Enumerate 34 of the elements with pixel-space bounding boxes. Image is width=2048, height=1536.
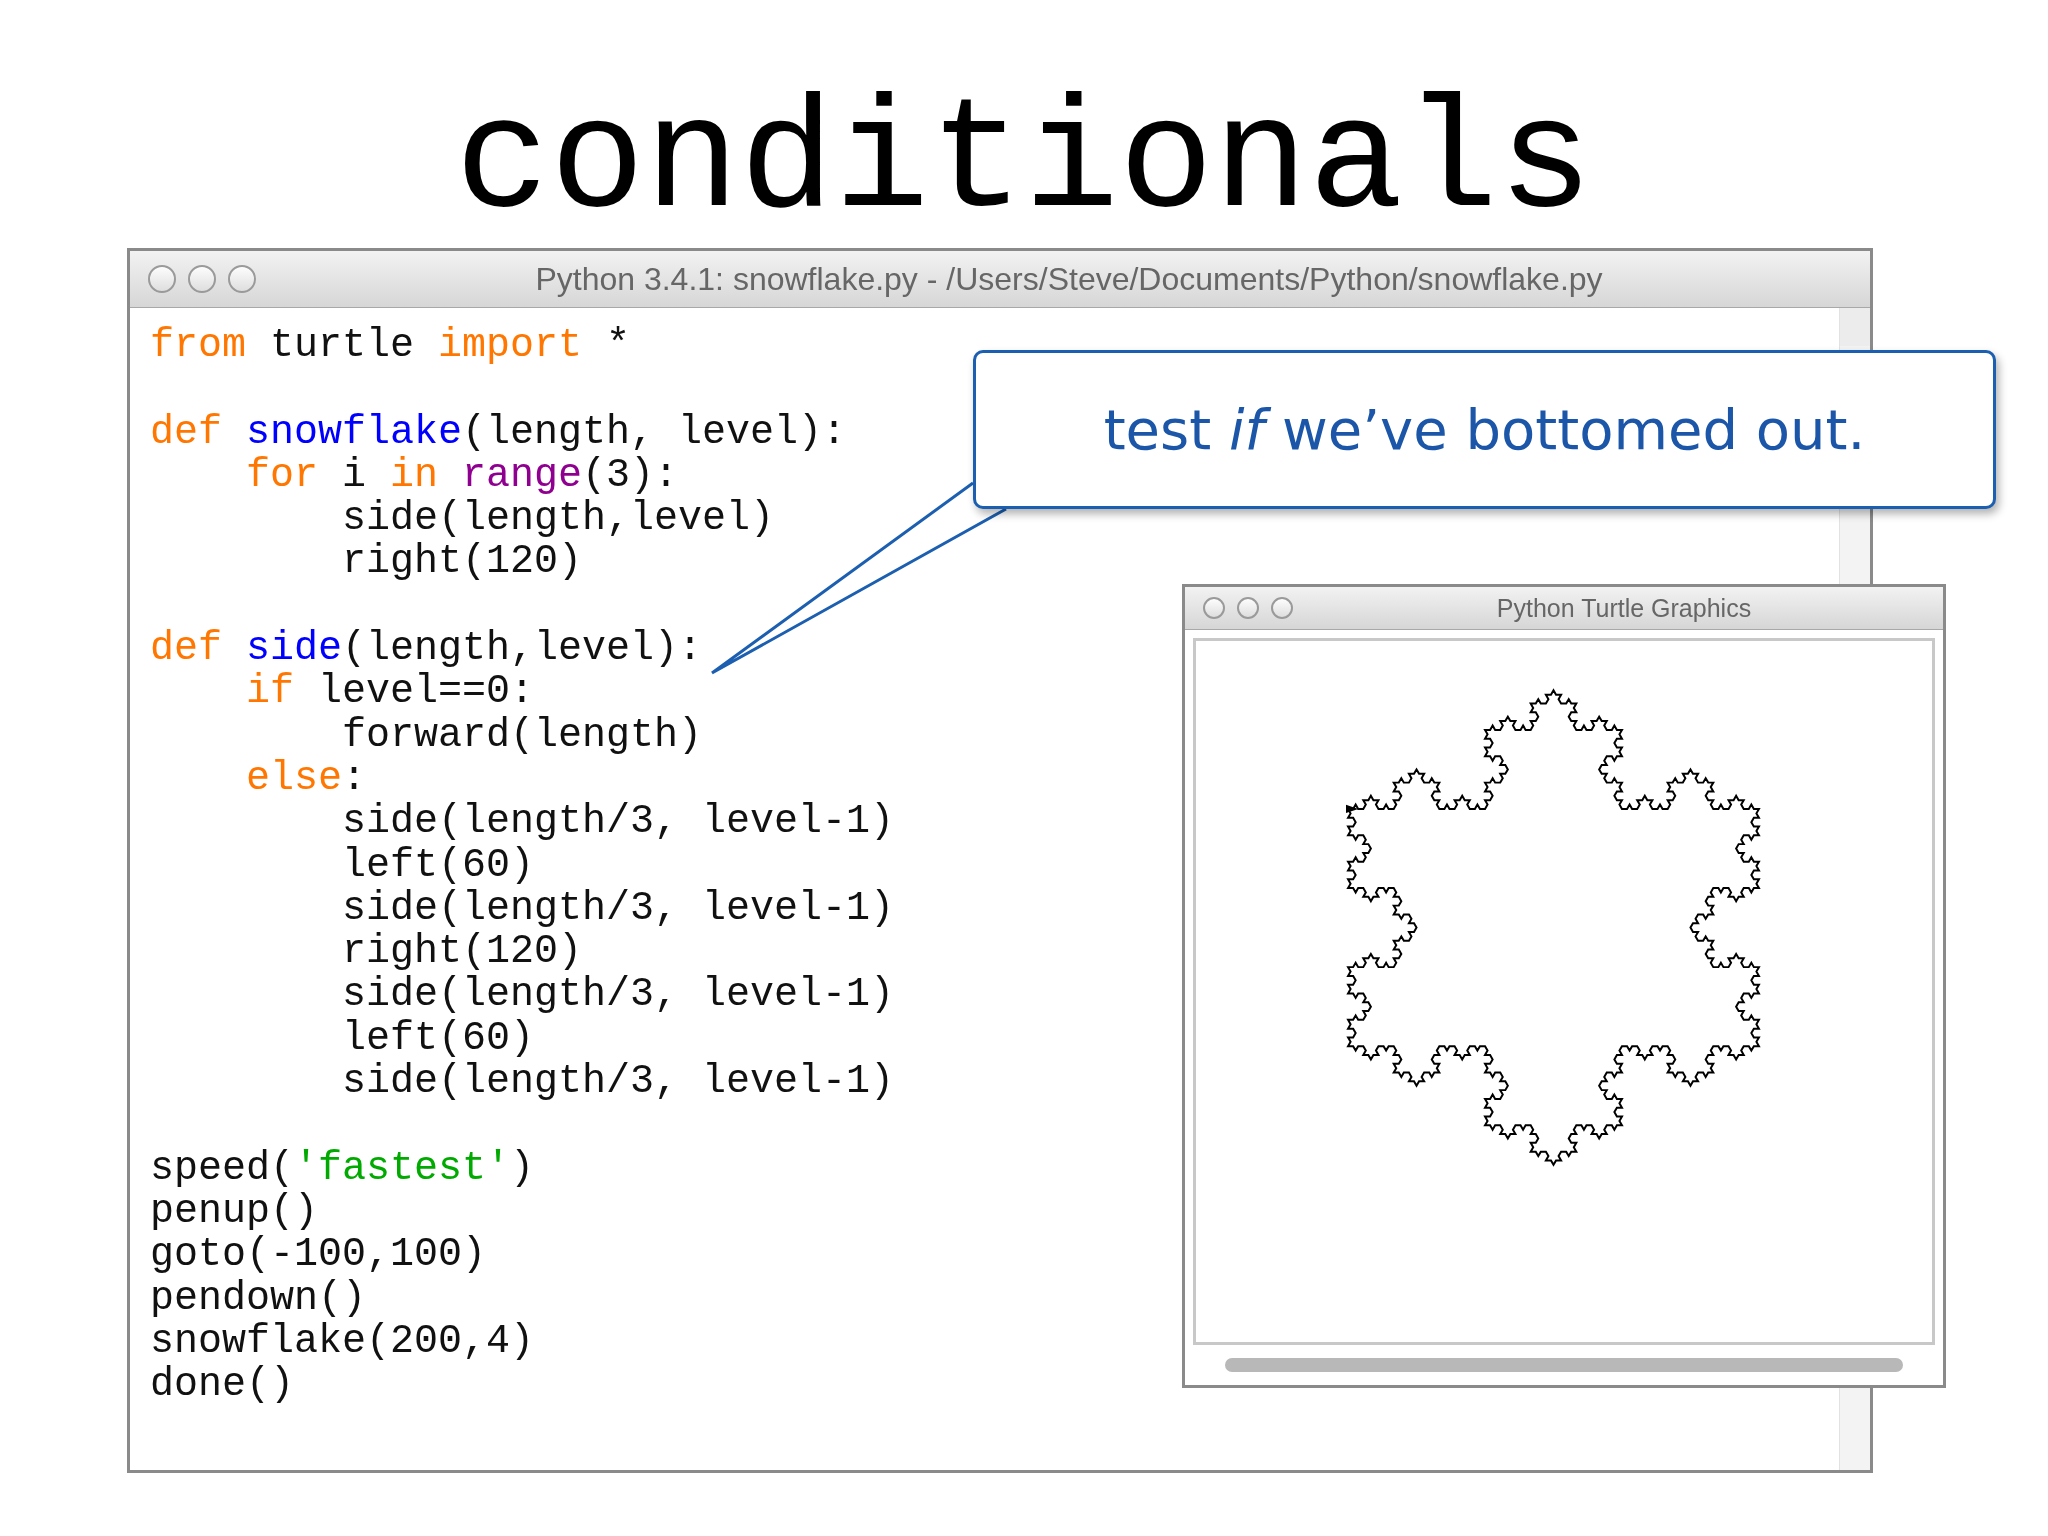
code-line: for i in range(3): xyxy=(245,453,679,498)
scrollbar[interactable] xyxy=(1840,308,1870,346)
minimize-button[interactable] xyxy=(1237,597,1259,619)
code-line: side(length/3, level-1) xyxy=(341,800,895,844)
code-line: left(60) xyxy=(341,843,535,887)
code-line: side(length,level) xyxy=(341,497,775,541)
code-line: else: xyxy=(245,756,367,801)
code-line: right(120) xyxy=(341,930,583,974)
zoom-button[interactable] xyxy=(228,265,256,293)
code-line: side(length/3, level-1) xyxy=(341,1060,895,1104)
close-button[interactable] xyxy=(1203,597,1225,619)
code-line: speed('fastest') xyxy=(150,1146,535,1190)
code-line: goto(-100,100) xyxy=(150,1233,487,1277)
close-button[interactable] xyxy=(148,265,176,293)
minimize-button[interactable] xyxy=(188,265,216,293)
code-line: side(length/3, level-1) xyxy=(341,973,895,1017)
scrollbar[interactable] xyxy=(1225,1358,1903,1372)
code-line: forward(length) xyxy=(341,713,703,757)
window-title: Python 3.4.1: snowflake.py - /Users/Steve/Documents/Python/snowflake.py xyxy=(534,260,1604,298)
zoom-button[interactable] xyxy=(1271,597,1293,619)
code-line: right(120) xyxy=(341,540,583,584)
code-line: penup() xyxy=(150,1189,319,1234)
code-line: left(60) xyxy=(341,1016,535,1061)
code-line: if level==0: xyxy=(245,670,535,714)
code-line: snowflake(200,4) xyxy=(150,1319,535,1364)
code-line: side(length/3, level-1) xyxy=(341,886,895,931)
code-line: from turtle import * xyxy=(150,324,631,368)
code-line: def side(length,level): xyxy=(150,627,703,671)
code-line: def snowflake(length, level): xyxy=(150,410,847,454)
callout-text: test if we’ve bottomed out. xyxy=(1103,397,1866,462)
window-title: Python Turtle Graphics xyxy=(1495,593,1753,623)
slide-title: conditionals xyxy=(455,88,1593,238)
code-line: pendown() xyxy=(150,1276,367,1320)
code-line: done() xyxy=(150,1363,295,1407)
